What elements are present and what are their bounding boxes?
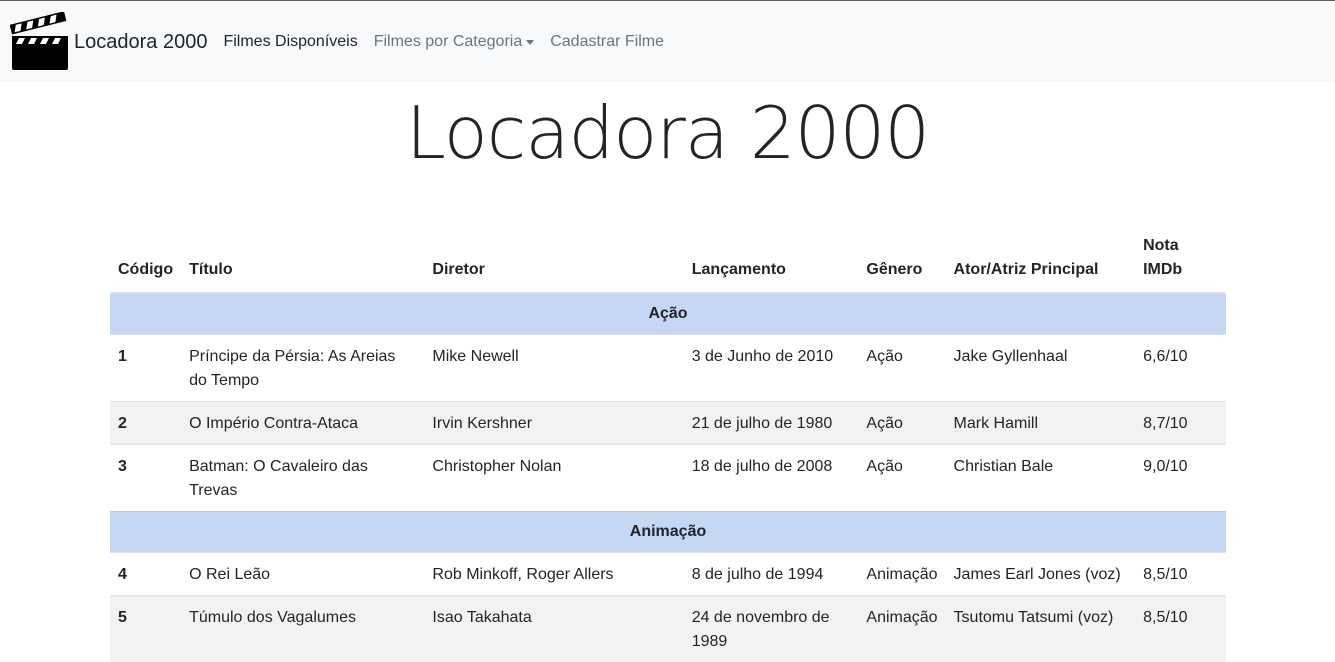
cell-actor: Mark Hamill — [946, 402, 1136, 445]
caret-down-icon — [526, 40, 534, 45]
cell-code: 3 — [110, 445, 181, 512]
cell-title: Túmulo dos Vagalumes — [181, 596, 424, 662]
table-row: 2 O Império Contra-Ataca Irvin Kershner … — [110, 402, 1226, 445]
cell-director: Irvin Kershner — [424, 402, 683, 445]
category-row-animacao: Animação — [110, 512, 1226, 553]
navbar: Locadora 2000 Filmes Disponíveis Filmes … — [0, 1, 1335, 83]
cell-genre: Ação — [858, 402, 945, 445]
header-genre: Gênero — [858, 234, 945, 293]
cell-actor: Tsutomu Tatsumi (voz) — [946, 596, 1136, 662]
header-actor: Ator/Atriz Principal — [946, 234, 1136, 293]
cell-release: 3 de Junho de 2010 — [684, 335, 859, 402]
cell-release: 24 de novembro de 1989 — [684, 596, 859, 662]
cell-genre: Animação — [858, 596, 945, 662]
cell-code: 5 — [110, 596, 181, 662]
films-table: Código Título Diretor Lançamento Gênero … — [110, 234, 1226, 662]
header-code: Código — [110, 234, 181, 293]
nav-link-available-films[interactable]: Filmes Disponíveis — [223, 33, 357, 51]
cell-director: Christopher Nolan — [424, 445, 683, 512]
table-row: 5 Túmulo dos Vagalumes Isao Takahata 24 … — [110, 596, 1226, 662]
header-director: Diretor — [424, 234, 683, 293]
cell-genre: Ação — [858, 445, 945, 512]
cell-code: 1 — [110, 335, 181, 402]
cell-code: 4 — [110, 553, 181, 596]
brand-link[interactable]: Locadora 2000 — [10, 12, 207, 72]
cell-rating: 8,7/10 — [1135, 402, 1226, 445]
nav-dropdown-films-by-category[interactable]: Filmes por Categoria — [374, 33, 535, 51]
category-row-acao: Ação — [110, 293, 1226, 335]
cell-actor: James Earl Jones (voz) — [946, 553, 1136, 596]
table-header-row: Código Título Diretor Lançamento Gênero … — [110, 234, 1226, 293]
films-table-container: Código Título Diretor Lançamento Gênero … — [110, 234, 1226, 662]
cell-title: Batman: O Cavaleiro das Trevas — [181, 445, 424, 512]
cell-genre: Animação — [858, 553, 945, 596]
cell-title: O Rei Leão — [181, 553, 424, 596]
nav-link-register-film[interactable]: Cadastrar Filme — [550, 33, 664, 51]
cell-actor: Jake Gyllenhaal — [946, 335, 1136, 402]
table-row: 1 Príncipe da Pérsia: As Areias do Tempo… — [110, 335, 1226, 402]
cell-rating: 8,5/10 — [1135, 553, 1226, 596]
cell-code: 2 — [110, 402, 181, 445]
clapperboard-icon — [10, 12, 70, 72]
header-release: Lançamento — [684, 234, 859, 293]
cell-release: 21 de julho de 1980 — [684, 402, 859, 445]
cell-rating: 6,6/10 — [1135, 335, 1226, 402]
cell-title: Príncipe da Pérsia: As Areias do Tempo — [181, 335, 424, 402]
table-row: 3 Batman: O Cavaleiro das Trevas Christo… — [110, 445, 1226, 512]
cell-director: Mike Newell — [424, 335, 683, 402]
cell-release: 18 de julho de 2008 — [684, 445, 859, 512]
category-label: Animação — [110, 512, 1226, 553]
header-rating: Nota IMDb — [1135, 234, 1226, 293]
cell-title: O Império Contra-Ataca — [181, 402, 424, 445]
page-title: Locadora 2000 — [0, 97, 1335, 169]
table-row: 4 O Rei Leão Rob Minkoff, Roger Allers 8… — [110, 553, 1226, 596]
category-label: Ação — [110, 293, 1226, 335]
cell-director: Isao Takahata — [424, 596, 683, 662]
brand-name: Locadora 2000 — [74, 31, 207, 54]
nav-dropdown-label: Filmes por Categoria — [374, 33, 523, 51]
header-title: Título — [181, 234, 424, 293]
cell-director: Rob Minkoff, Roger Allers — [424, 553, 683, 596]
cell-release: 8 de julho de 1994 — [684, 553, 859, 596]
cell-rating: 9,0/10 — [1135, 445, 1226, 512]
cell-genre: Ação — [858, 335, 945, 402]
cell-actor: Christian Bale — [946, 445, 1136, 512]
cell-rating: 8,5/10 — [1135, 596, 1226, 662]
